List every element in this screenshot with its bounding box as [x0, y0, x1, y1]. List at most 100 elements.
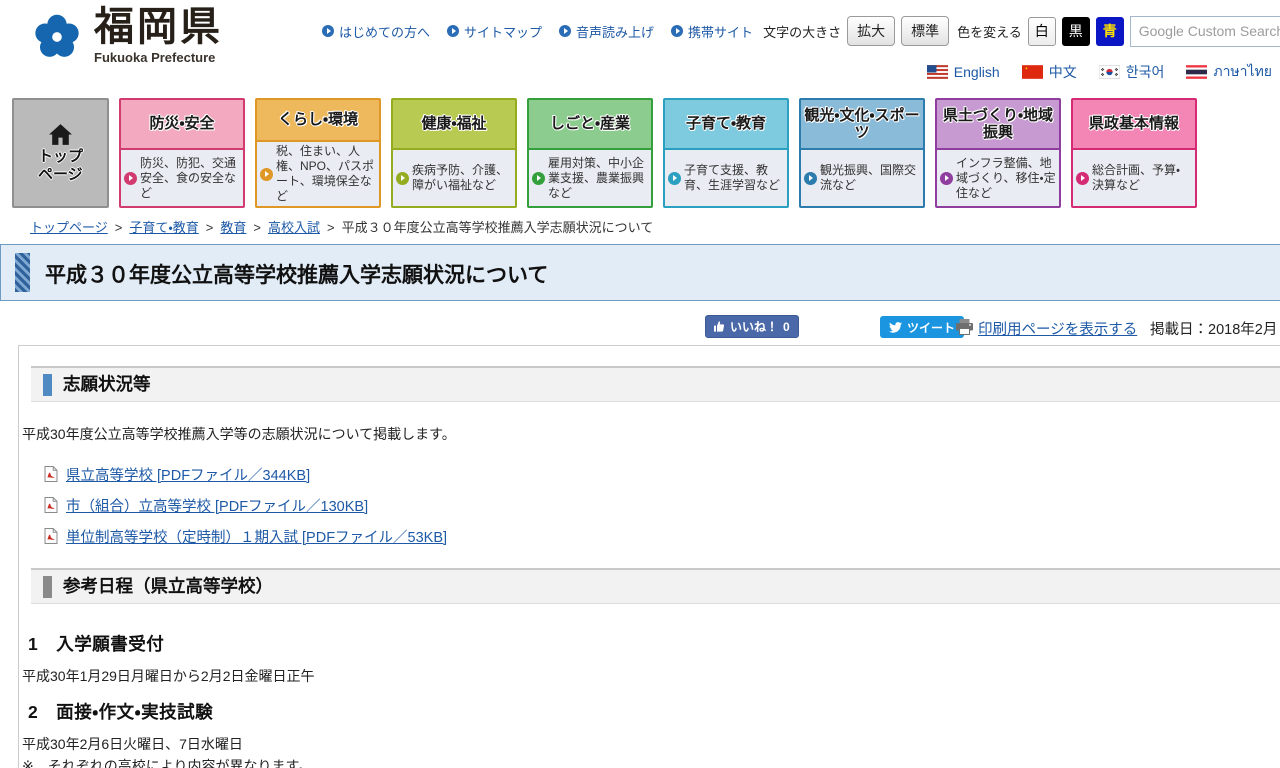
nav-tab-description: 防災、防犯、交通安全、食の安全など [121, 150, 243, 206]
language-links: English 中文 한국어 ภาษาไทย [927, 61, 1272, 83]
us-flag-icon [927, 65, 948, 79]
tweet-label: ツイート [907, 319, 955, 336]
language-label: English [954, 64, 1000, 80]
site-header: 福岡県 Fukuoka Prefecture はじめての方へ サイトマップ 音声読み… [0, 0, 1280, 96]
nav-tab-description-text: 総合計画、予算・決算など [1092, 163, 1192, 193]
util-link-label: サイトマップ [464, 22, 542, 41]
language-label: 中文 [1049, 62, 1077, 82]
language-link-chinese[interactable]: 中文 [1022, 62, 1077, 82]
nav-tab-kurashi-kankyo[interactable]: くらし・環境税、住まい、人権、NPO、パスポート、環境保全など [255, 98, 381, 208]
nav-tab-kosodate-kyoiku[interactable]: 子育て・教育子育て支援、教育、生涯学習など [663, 98, 789, 208]
white-color-button[interactable]: 白 [1028, 17, 1056, 46]
search-input[interactable] [1130, 16, 1280, 47]
enlarge-text-button[interactable]: 拡大 [847, 16, 895, 46]
arrow-circle-icon [260, 168, 273, 181]
nav-tab-description-text: 疾病予防、介護、障がい福祉など [412, 163, 512, 193]
nav-tab-kensei-kihon-joho[interactable]: 県政基本情報総合計画、予算・決算など [1071, 98, 1197, 208]
nav-tab-description-text: 雇用対策、中小企業支援、農業振興など [548, 156, 648, 201]
first-time-visitor-link[interactable]: はじめての方へ [322, 22, 430, 41]
pdf-link-row: 市（組合）立高等学校 [PDFファイル／130KB] [22, 490, 1280, 521]
breadcrumb-separator: > [327, 220, 335, 235]
nav-tab-label: 観光・文化・スポーツ [801, 100, 923, 150]
pdf-file-link[interactable]: 単位制高等学校（定時制）１期入試 [PDFファイル／53KB] [66, 526, 447, 547]
language-label: 한국어 [1126, 62, 1165, 82]
section-accent-bar [43, 374, 52, 396]
breadcrumb-link[interactable]: 教育 [220, 220, 246, 235]
korea-flag-icon [1099, 65, 1120, 79]
nav-tab-bosai-anzen[interactable]: 防災・安全防災、防犯、交通安全、食の安全など [119, 98, 245, 208]
nav-tab-kanko-bunka-sports[interactable]: 観光・文化・スポーツ観光振興、国際交流など [799, 98, 925, 208]
nav-tab-top-page-label: トップページ [38, 148, 83, 184]
breadcrumb-separator: > [253, 220, 261, 235]
pdf-link-row: 単位制高等学校（定時制）１期入試 [PDFファイル／53KB] [22, 521, 1280, 552]
section-heading-band-application-status: 志願状況等 [31, 366, 1280, 402]
nav-tab-description: インフラ整備、地域づくり、移住・定住など [937, 150, 1059, 206]
breadcrumb-link[interactable]: 子育て・教育 [129, 220, 198, 235]
pdf-file-icon [44, 466, 58, 482]
util-link-label: 音声読み上げ [576, 22, 654, 41]
arrow-circle-icon [1076, 172, 1089, 185]
printer-icon[interactable] [956, 319, 973, 335]
social-row: いいね！ 0 ツイート 印刷用ページを表示する 掲載日：2018年2月 [0, 312, 1280, 344]
standard-text-button[interactable]: 標準 [901, 16, 949, 46]
site-logo-link[interactable]: 福岡県 Fukuoka Prefecture [28, 6, 223, 68]
blue-color-button[interactable]: 青 [1096, 17, 1124, 46]
language-link-english[interactable]: English [927, 64, 1000, 80]
schedule-item-heading: 1 入学願書受付 [28, 634, 1280, 654]
breadcrumb-link[interactable]: 高校入試 [268, 220, 320, 235]
black-color-button[interactable]: 黒 [1062, 17, 1090, 46]
language-link-thai[interactable]: ภาษาไทย [1186, 61, 1272, 83]
posted-date: 掲載日：2018年2月 [1150, 318, 1277, 339]
language-label: ภาษาไทย [1213, 61, 1272, 83]
utility-links: はじめての方へ サイトマップ 音声読み上げ 携帯サイト [322, 22, 753, 41]
nav-tab-description-text: 観光振興、国際交流など [820, 163, 920, 193]
nav-tab-label: 県土づくり・地域振興 [937, 100, 1059, 150]
intro-text: 平成30年度公立高等学校推薦入学等の志願状況について掲載します。 [22, 426, 1280, 443]
nav-tab-label: 県政基本情報 [1073, 100, 1195, 150]
breadcrumb-separator: > [115, 220, 123, 235]
nav-tab-shigoto-sangyo[interactable]: しごと・産業雇用対策、中小企業支援、農業振興など [527, 98, 653, 208]
circle-arrow-icon [559, 25, 571, 37]
nav-tab-kendo-chiiki-shinko[interactable]: 県土づくり・地域振興インフラ整備、地域づくり、移住・定住など [935, 98, 1061, 208]
circle-arrow-icon [322, 25, 334, 37]
like-count: 0 [783, 320, 790, 334]
breadcrumb-separator: > [206, 220, 214, 235]
pdf-file-link[interactable]: 市（組合）立高等学校 [PDFファイル／130KB] [66, 495, 368, 516]
nav-tab-top-page[interactable]: トップページ [12, 98, 109, 208]
print-page-link[interactable]: 印刷用ページを表示する [978, 318, 1137, 339]
schedule-list: 1 入学願書受付平成30年1月29日月曜日から2月2日金曜日正午2 面接・作文・… [22, 634, 1280, 753]
home-icon [47, 122, 74, 147]
arrow-circle-icon [124, 172, 137, 185]
thailand-flag-icon [1186, 65, 1207, 79]
tweet-button[interactable]: ツイート [880, 316, 964, 338]
twitter-bird-icon [889, 322, 902, 333]
main-content: 志願状況等 平成30年度公立高等学校推薦入学等の志願状況について掲載します。 県… [18, 345, 1280, 768]
section-accent-bar [43, 576, 52, 598]
arrow-circle-icon [532, 172, 545, 185]
color-change-label: 色を変える [957, 22, 1022, 41]
nav-tab-description: 税、住まい、人権、NPO、パスポート、環境保全など [257, 142, 379, 206]
breadcrumb-link[interactable]: トップページ [30, 220, 108, 235]
util-link-label: はじめての方へ [339, 22, 430, 41]
nav-tab-description: 雇用対策、中小企業支援、農業振興など [529, 150, 651, 206]
note-text: ※ それぞれの高校により内容が異なります。 [22, 758, 1280, 768]
nav-tab-description-text: 子育て支援、教育、生涯学習など [684, 163, 784, 193]
nav-tab-kenko-fukushi[interactable]: 健康・福祉疾病予防、介護、障がい福祉など [391, 98, 517, 208]
nav-tab-description: 子育て支援、教育、生涯学習など [665, 150, 787, 206]
site-search [1130, 16, 1280, 47]
arrow-circle-icon [804, 172, 817, 185]
pdf-file-link[interactable]: 県立高等学校 [PDFファイル／344KB] [66, 464, 310, 485]
voice-reading-link[interactable]: 音声読み上げ [559, 22, 654, 41]
language-link-korean[interactable]: 한국어 [1099, 62, 1165, 82]
circle-arrow-icon [671, 25, 683, 37]
nav-tab-label: 防災・安全 [121, 100, 243, 150]
nav-tab-label: くらし・環境 [257, 100, 379, 142]
arrow-circle-icon [940, 172, 953, 185]
sitemap-link[interactable]: サイトマップ [447, 22, 542, 41]
site-name-en: Fukuoka Prefecture [94, 50, 223, 65]
page-title-band: 平成３０年度公立高等学校推薦入学志願状況について [0, 244, 1280, 301]
nav-tab-description-text: 税、住まい、人権、NPO、パスポート、環境保全など [276, 144, 376, 204]
util-link-label: 携帯サイト [688, 22, 753, 41]
facebook-like-button[interactable]: いいね！ 0 [705, 315, 799, 338]
mobile-site-link[interactable]: 携帯サイト [671, 22, 753, 41]
